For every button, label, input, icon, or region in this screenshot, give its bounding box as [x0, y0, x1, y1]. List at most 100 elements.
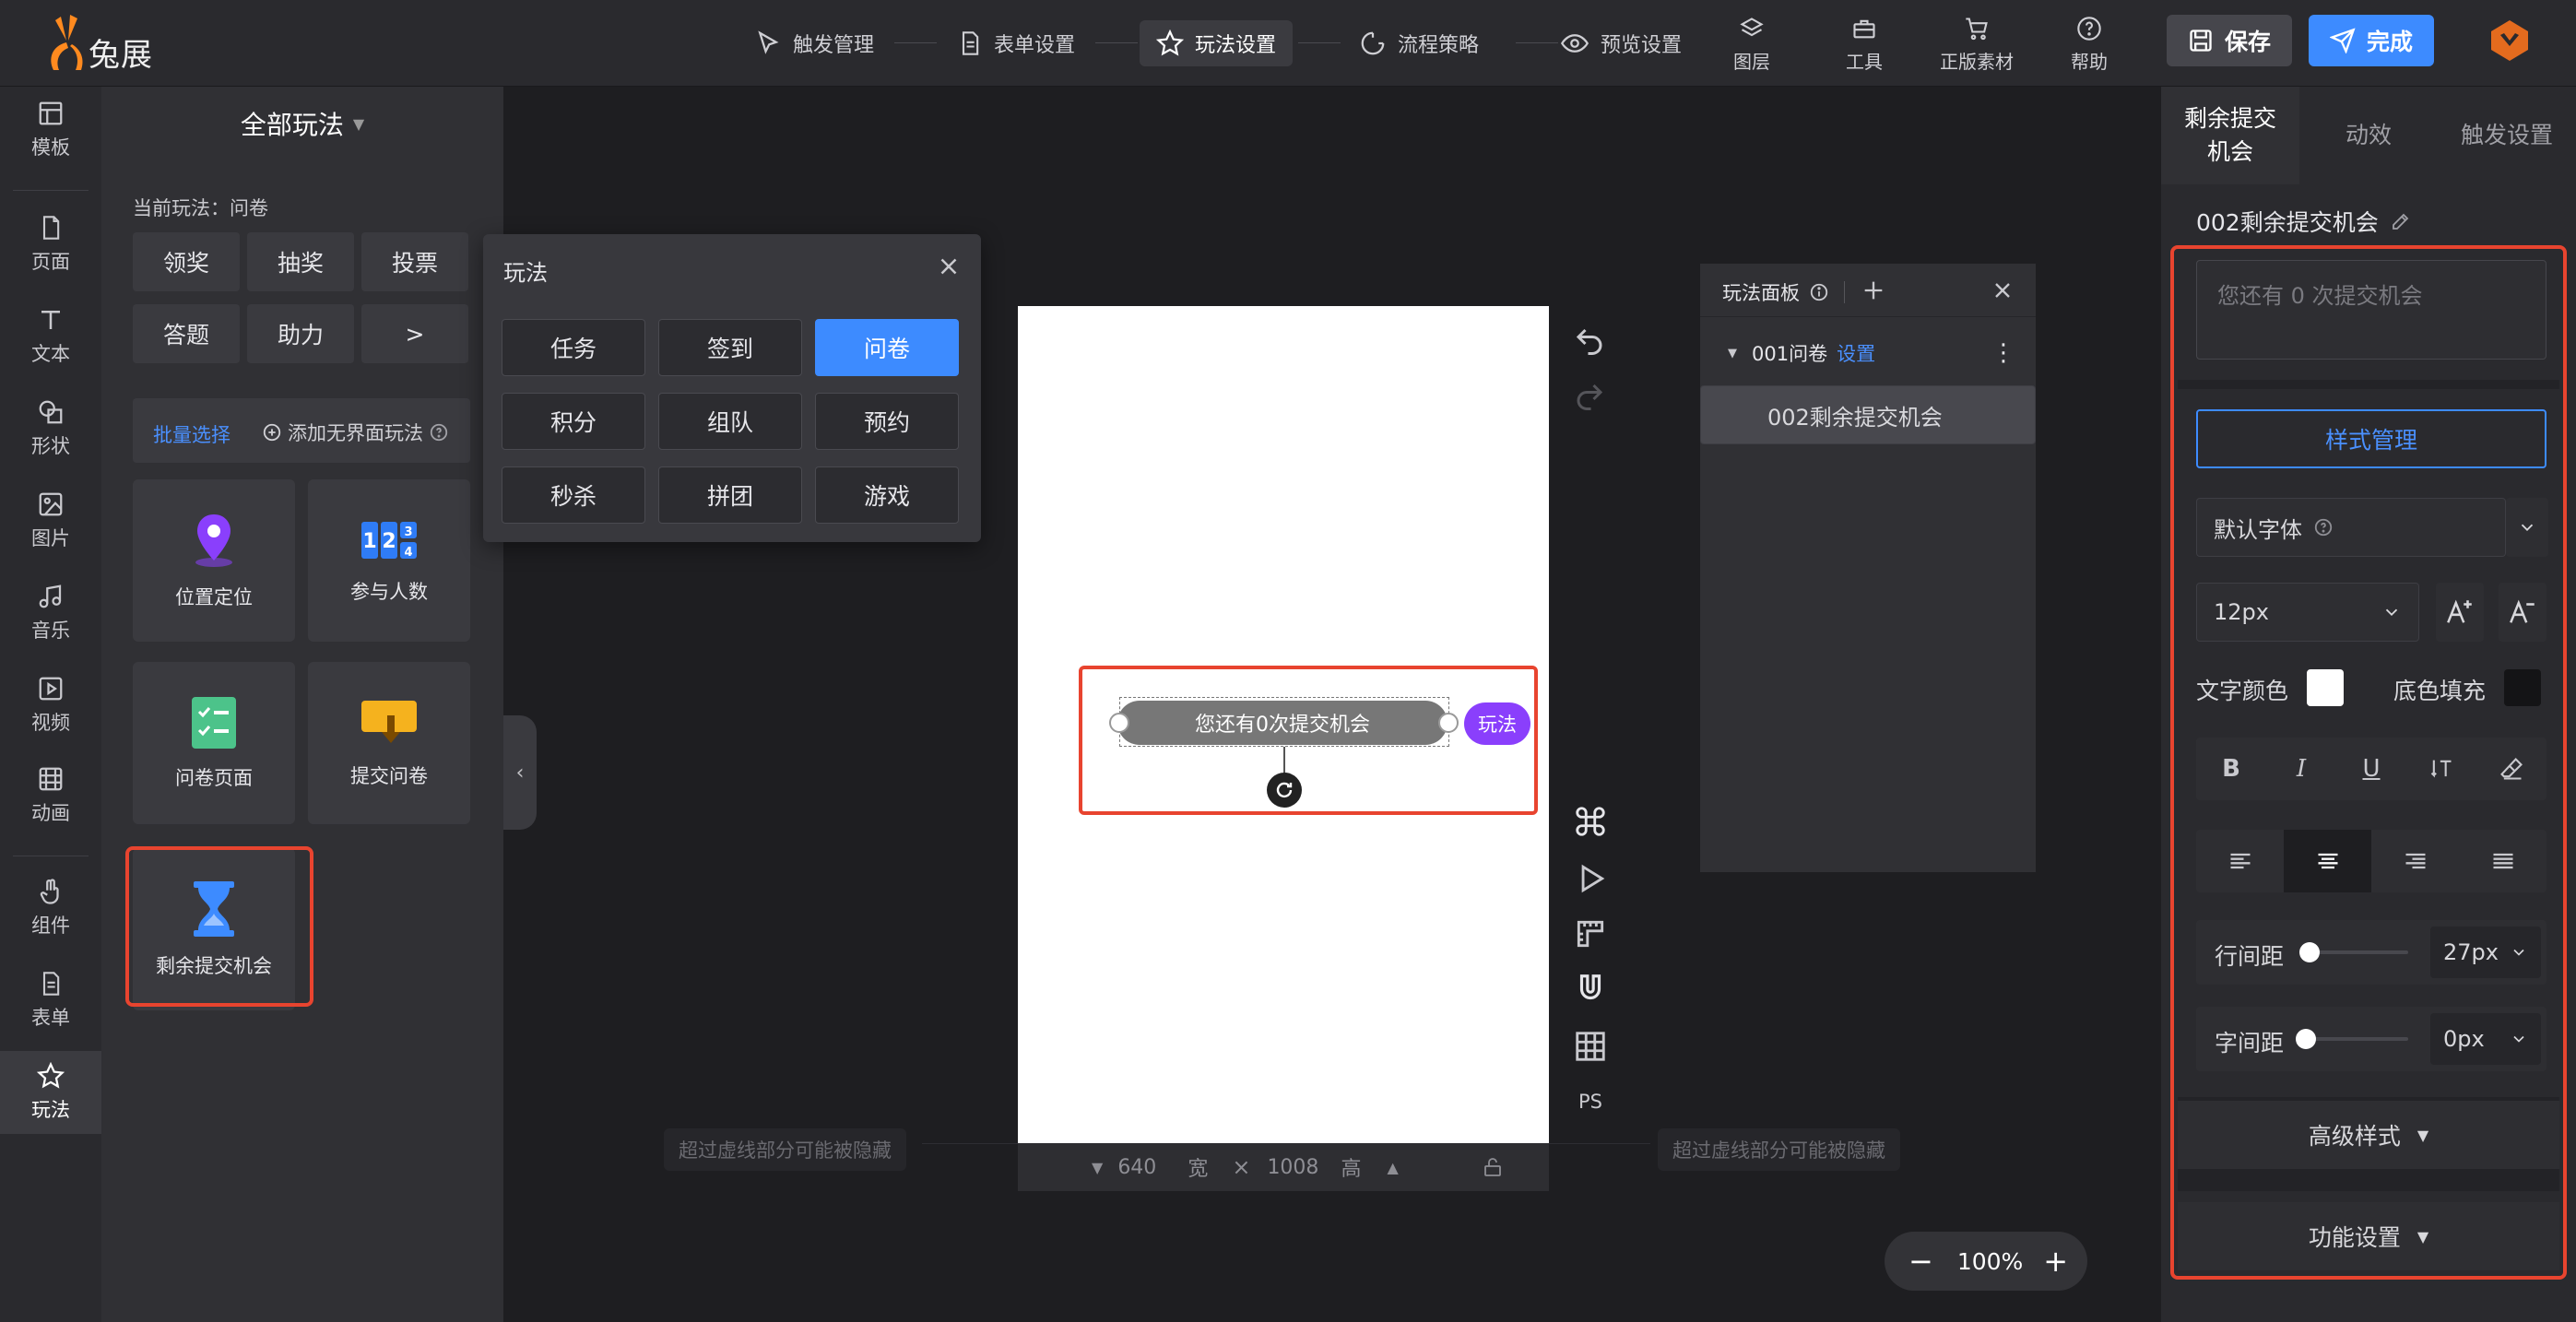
group-settings-link[interactable]: 设置	[1837, 339, 1875, 367]
vip-badge-icon[interactable]	[2484, 15, 2535, 66]
caret-down-icon[interactable]: ▼	[1092, 1159, 1103, 1176]
layer-item-row[interactable]: 002剩余提交机会	[1700, 385, 2036, 444]
tag-button[interactable]: 答题	[133, 304, 240, 363]
rail-music[interactable]: 音乐	[0, 572, 101, 655]
highlight-box	[2170, 245, 2567, 1280]
tab-trigger[interactable]: 触发设置	[2438, 87, 2576, 184]
tool-layers[interactable]: 图层	[1709, 9, 1794, 79]
ruler-icon[interactable]	[1573, 916, 1608, 951]
tag-button[interactable]: 抽奖	[247, 232, 354, 291]
tag-button[interactable]: 领奖	[133, 232, 240, 291]
help-icon	[430, 423, 448, 442]
caret-up-icon[interactable]: ▲	[1387, 1159, 1398, 1176]
card-submit-questionnaire[interactable]: 提交问卷	[308, 662, 470, 824]
play-option[interactable]: 积分	[502, 393, 645, 450]
card-questionnaire-page[interactable]: 问卷页面	[133, 662, 295, 824]
edit-icon[interactable]	[2390, 210, 2412, 232]
zoom-in-button[interactable]: +	[2043, 1244, 2068, 1279]
tool-assets[interactable]: 正版素材	[1934, 9, 2019, 79]
panel-title[interactable]: 全部玩法 ▼	[101, 105, 503, 142]
rail-template[interactable]: 模板	[0, 89, 101, 171]
tab-remaining-chances[interactable]: 剩余提交机会	[2161, 87, 2299, 184]
submit-icon	[361, 701, 417, 743]
play-option-active[interactable]: 问卷	[815, 319, 959, 376]
grid-icon[interactable]	[1573, 1029, 1608, 1064]
more-tags-button[interactable]: >	[361, 304, 468, 363]
redo-icon[interactable]	[1573, 380, 1606, 413]
rail-video[interactable]: 视频	[0, 664, 101, 747]
rail-play[interactable]: 玩法	[0, 1051, 101, 1134]
loop-icon	[1361, 31, 1385, 55]
shape-icon	[39, 400, 63, 424]
rail-image[interactable]: 图片	[0, 479, 101, 562]
zoom-control: − 100% +	[1885, 1232, 2087, 1291]
hand-icon	[40, 879, 59, 904]
rail-shape[interactable]: 形状	[0, 387, 101, 470]
play-option[interactable]: 拼团	[658, 466, 802, 524]
tab-animation[interactable]: 动效	[2299, 87, 2438, 184]
step-separator	[1298, 42, 1341, 43]
more-vertical-icon[interactable]: ⋮	[1991, 341, 2015, 365]
collapse-panel-button[interactable]: ‹	[503, 715, 537, 830]
layer-group-row[interactable]: ▼ 001问卷 设置 ⋮	[1700, 326, 2036, 380]
rail-page[interactable]: 页面	[0, 203, 101, 286]
cart-icon	[1966, 17, 1988, 40]
rail-text[interactable]: 文本	[0, 295, 101, 378]
ps-button[interactable]: PS	[1573, 1084, 1608, 1119]
step-strategy[interactable]: 流程策略	[1342, 20, 1495, 66]
caret-down-icon: ▼	[352, 114, 365, 133]
height-input[interactable]: 1008	[1267, 1156, 1341, 1179]
play-option[interactable]: 任务	[502, 319, 645, 376]
step-preview[interactable]: 预览设置	[1543, 20, 1698, 66]
logo-icon	[51, 15, 83, 70]
document-icon	[962, 31, 979, 55]
done-button[interactable]: 完成	[2309, 15, 2434, 66]
step-separator	[1095, 42, 1138, 43]
highlight-box	[125, 846, 313, 1007]
play-icon[interactable]	[1573, 861, 1608, 896]
close-icon[interactable]	[1990, 277, 2015, 303]
info-icon[interactable]	[1809, 282, 1829, 302]
step-trigger[interactable]: 触发管理	[738, 20, 891, 66]
card-participants[interactable]: 1 2 3 4 参与人数	[308, 479, 470, 642]
zoom-out-button[interactable]: −	[1908, 1244, 1933, 1279]
play-option[interactable]: 预约	[815, 393, 959, 450]
caret-down-icon[interactable]: ▼	[1728, 347, 1737, 360]
step-form[interactable]: 表单设置	[940, 20, 1092, 66]
svg-text:1: 1	[362, 530, 376, 553]
save-button[interactable]: 保存	[2167, 15, 2292, 66]
layers-icon	[1740, 17, 1764, 36]
plus-circle-icon	[263, 423, 281, 442]
step-play[interactable]: 玩法设置	[1140, 20, 1294, 66]
animation-icon	[39, 767, 63, 791]
add-no-ui-play-link[interactable]: 添加无界面玩法	[262, 419, 449, 446]
hint-line	[922, 1143, 1018, 1144]
tool-tools[interactable]: 工具	[1822, 9, 1907, 79]
image-icon	[39, 492, 63, 516]
magnet-icon[interactable]	[1573, 972, 1608, 1007]
plus-icon[interactable]	[1861, 277, 1886, 303]
rail-animation[interactable]: 动画	[0, 754, 101, 837]
tag-button[interactable]: 投票	[361, 232, 468, 291]
play-option[interactable]: 秒杀	[502, 466, 645, 524]
width-input[interactable]: 640	[1117, 1156, 1182, 1179]
form-icon	[42, 972, 60, 996]
play-option[interactable]: 游戏	[815, 466, 959, 524]
layers-title: 玩法面板	[1722, 278, 1845, 306]
lock-icon[interactable]	[1482, 1156, 1504, 1178]
rail-component[interactable]: 组件	[0, 867, 101, 950]
tool-help[interactable]: 帮助	[2047, 9, 2132, 79]
card-location[interactable]: 位置定位	[133, 479, 295, 642]
tag-button[interactable]: 助力	[247, 304, 354, 363]
undo-icon[interactable]	[1573, 325, 1606, 358]
star-icon	[1156, 30, 1184, 56]
play-option[interactable]: 签到	[658, 319, 802, 376]
command-icon[interactable]	[1573, 804, 1608, 839]
close-icon[interactable]	[935, 253, 963, 280]
overflow-hint: 超过虚线部分可能被隐藏	[1658, 1128, 1900, 1171]
times-icon: ×	[1232, 1154, 1251, 1180]
rail-form[interactable]: 表单	[0, 959, 101, 1042]
batch-select-link[interactable]: 批量选择	[153, 420, 230, 448]
play-option[interactable]: 组队	[658, 393, 802, 450]
text-icon	[41, 311, 60, 329]
